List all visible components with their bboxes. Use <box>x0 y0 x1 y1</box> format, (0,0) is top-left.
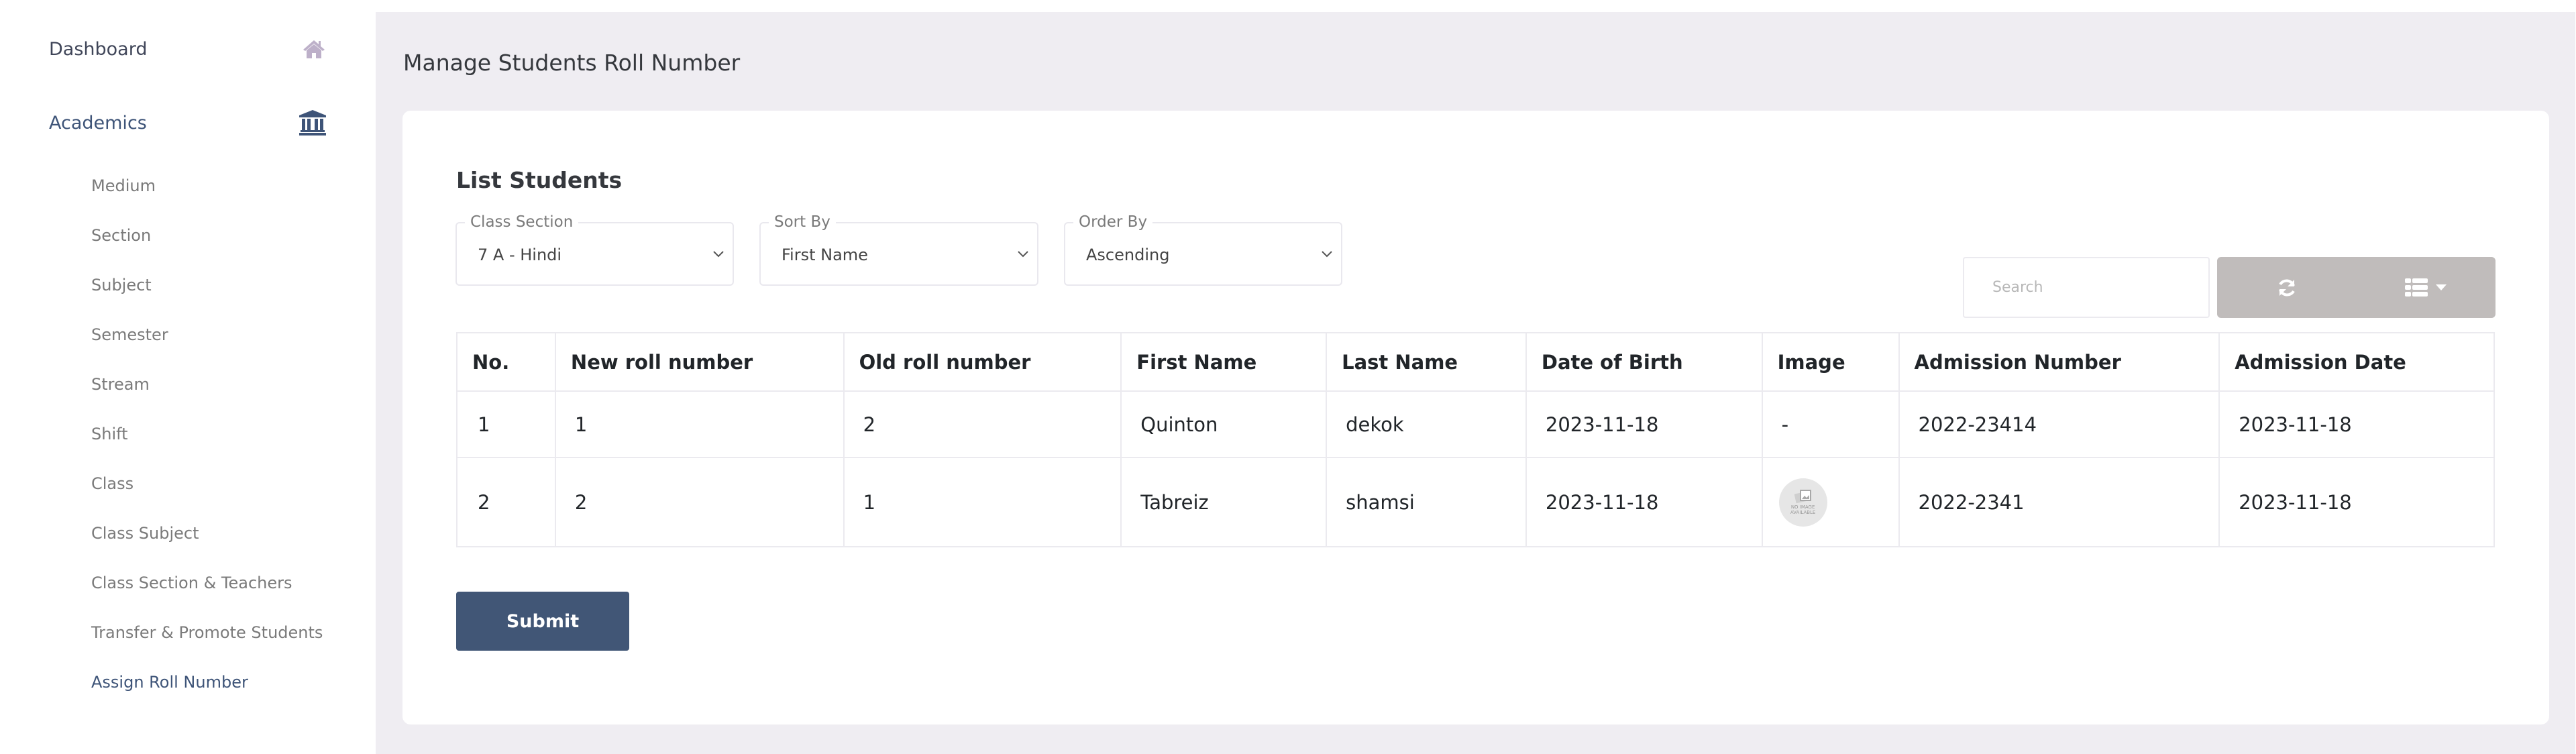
main-content: Manage Students Roll Number List Student… <box>376 12 2575 754</box>
columns-dropdown-button[interactable] <box>2357 257 2496 318</box>
caret-down-icon <box>2436 284 2447 290</box>
class-section-label: Class Section <box>465 212 579 232</box>
cell-date-of-birth: 2023-11-18 <box>1525 390 1763 458</box>
table-header-row: No. New roll number Old roll number Firs… <box>456 332 2495 392</box>
order-by-select[interactable]: Order By Ascending <box>1064 212 1342 286</box>
refresh-icon <box>2278 279 2295 296</box>
list-icon <box>2405 278 2428 297</box>
chevron-down-icon <box>713 251 724 258</box>
cell-new-roll-number <box>554 390 845 458</box>
sort-by-value: First Name <box>782 246 868 264</box>
sidebar-item-label: Academics <box>49 112 147 133</box>
cell-date-of-birth: 2023-11-18 <box>1525 457 1763 547</box>
column-header-admission-date[interactable]: Admission Date <box>2218 332 2495 392</box>
sidebar-item-class[interactable]: Class <box>91 471 323 521</box>
class-section-value: 7 A - Hindi <box>478 246 562 264</box>
sidebar-item-class-subject[interactable]: Class Subject <box>91 521 323 570</box>
new-roll-number-input[interactable] <box>574 490 816 514</box>
sidebar-item-label: Dashboard <box>49 38 148 60</box>
class-section-select[interactable]: Class Section 7 A - Hindi <box>455 212 734 286</box>
cell-image: NO IMAGE AVAILABLE <box>1761 457 1900 547</box>
sidebar-item-stream[interactable]: Stream <box>91 372 323 421</box>
table-row: 2 1 Tabreiz shamsi 2023-11-18 NO IMAGE A… <box>456 457 2495 547</box>
cell-image: - <box>1761 390 1900 458</box>
sidebar-item-medium[interactable]: Medium <box>91 173 323 223</box>
sidebar-item-section[interactable]: Section <box>91 223 323 272</box>
cell-admission-number: 2022-23414 <box>1898 390 2220 458</box>
cell-old-roll-number: 1 <box>843 457 1122 547</box>
order-by-label: Order By <box>1073 212 1153 232</box>
column-header-no[interactable]: No. <box>456 332 556 392</box>
sidebar-item-academics[interactable]: Academics <box>49 106 326 140</box>
sidebar-item-transfer-promote-students[interactable]: Transfer & Promote Students <box>91 620 323 669</box>
sort-by-select[interactable]: Sort By First Name <box>759 212 1038 286</box>
cell-last-name: shamsi <box>1326 457 1527 547</box>
bank-icon <box>299 110 326 136</box>
sort-by-label: Sort By <box>769 212 836 232</box>
sidebar-item-dashboard[interactable]: Dashboard <box>49 32 326 66</box>
image-placeholder-icon <box>1794 489 1811 503</box>
cell-last-name: dekok <box>1326 390 1527 458</box>
home-icon <box>302 38 326 60</box>
cell-admission-date: 2023-11-18 <box>2218 390 2495 458</box>
column-header-date-of-birth[interactable]: Date of Birth <box>1525 332 1763 392</box>
submit-button[interactable]: Submit <box>456 592 629 651</box>
student-avatar[interactable]: NO IMAGE AVAILABLE <box>1778 478 1827 527</box>
refresh-button[interactable] <box>2217 257 2357 318</box>
cell-first-name: Tabreiz <box>1120 457 1328 547</box>
column-header-new-roll-number[interactable]: New roll number <box>554 332 845 392</box>
new-roll-number-input[interactable] <box>574 413 816 436</box>
sidebar-item-subject[interactable]: Subject <box>91 272 323 322</box>
cell-first-name: Quinton <box>1120 390 1328 458</box>
column-header-old-roll-number[interactable]: Old roll number <box>843 332 1122 392</box>
chevron-down-icon <box>1322 251 1332 258</box>
page-title: Manage Students Roll Number <box>403 50 741 76</box>
cell-admission-number: 2022-2341 <box>1898 457 2220 547</box>
list-students-card: List Students Class Section 7 A - Hindi … <box>402 111 2549 724</box>
sidebar-item-class-section-teachers[interactable]: Class Section & Teachers <box>91 570 323 620</box>
no-image-text: NO IMAGE AVAILABLE <box>1790 504 1816 515</box>
search-input[interactable] <box>1963 257 2210 318</box>
students-table: No. New roll number Old roll number Firs… <box>456 332 2495 547</box>
sidebar: Dashboard Academics Medium Section Subje… <box>0 0 376 754</box>
column-header-first-name[interactable]: First Name <box>1120 332 1328 392</box>
card-title: List Students <box>456 167 623 193</box>
cell-new-roll-number <box>554 457 845 547</box>
cell-admission-date: 2023-11-18 <box>2218 457 2495 547</box>
table-row: 1 2 Quinton dekok 2023-11-18 - 2022-2341… <box>456 390 2495 458</box>
cell-old-roll-number: 2 <box>843 390 1122 458</box>
sidebar-item-semester[interactable]: Semester <box>91 322 323 372</box>
column-header-image[interactable]: Image <box>1761 332 1900 392</box>
table-toolbar <box>2217 257 2496 318</box>
order-by-value: Ascending <box>1086 246 1170 264</box>
sidebar-item-shift[interactable]: Shift <box>91 421 323 471</box>
cell-no: 1 <box>456 390 556 458</box>
cell-no: 2 <box>456 457 556 547</box>
chevron-down-icon <box>1018 251 1028 258</box>
column-header-admission-number[interactable]: Admission Number <box>1898 332 2220 392</box>
academics-submenu: Medium Section Subject Semester Stream S… <box>91 173 323 719</box>
sidebar-item-assign-roll-number[interactable]: Assign Roll Number <box>91 669 323 719</box>
column-header-last-name[interactable]: Last Name <box>1326 332 1527 392</box>
